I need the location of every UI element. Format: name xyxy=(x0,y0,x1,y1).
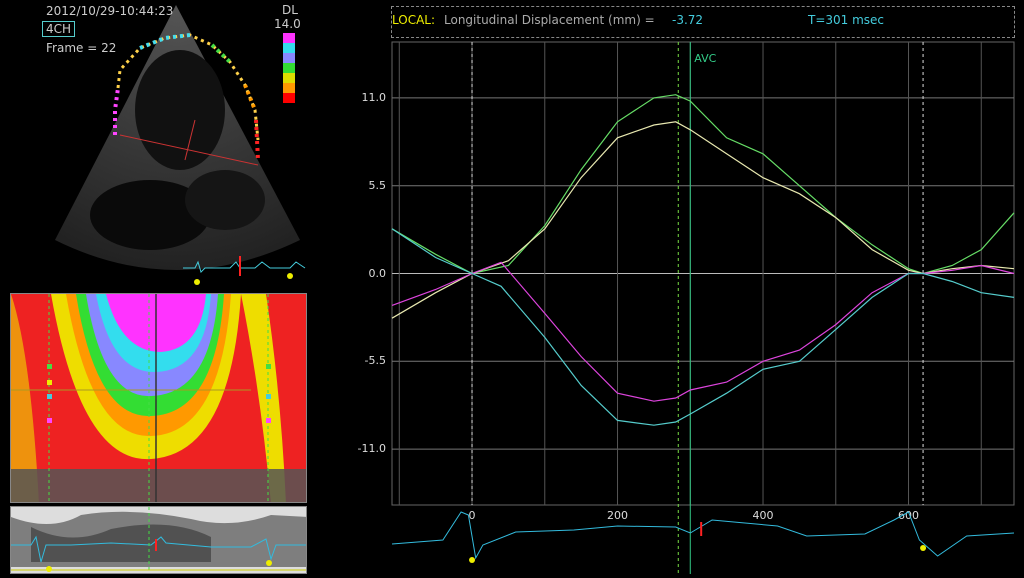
displacement-chart[interactable]: AVC 0 200 400 600 xyxy=(390,0,1024,574)
color-scale-swatch xyxy=(283,33,295,43)
mmode-gray-image xyxy=(11,507,306,573)
ecg-r-wave-marker xyxy=(469,557,476,563)
series-line-1 xyxy=(391,121,1015,319)
color-scale-swatch xyxy=(283,73,295,83)
color-scale-bar xyxy=(283,33,295,103)
y-tick-label: -5.5 xyxy=(364,354,386,368)
series-line-0 xyxy=(391,94,1015,275)
color-scale-swatch xyxy=(283,53,295,63)
y-tick-label: -11.0 xyxy=(357,442,386,456)
color-scale-swatch xyxy=(283,63,295,73)
color-scale-swatch xyxy=(283,93,295,103)
displacement-chart-svg: AVC0 200 400 600 xyxy=(391,41,1015,574)
color-scale-swatch xyxy=(283,43,295,53)
color-scale-value: 14.0 xyxy=(274,17,301,31)
color-scale-title: DL xyxy=(282,3,298,17)
x-tick-label: 400 xyxy=(753,509,774,522)
color-scale-swatch xyxy=(283,83,295,93)
ecg-r-wave-marker xyxy=(920,545,927,551)
mmode-ecg-strip[interactable] xyxy=(10,506,307,574)
echo-view-label: 4CH xyxy=(42,21,76,37)
echo-frame-label: Frame = 22 xyxy=(46,41,117,55)
ecg-trace xyxy=(391,511,1015,560)
series-line-2 xyxy=(391,261,1015,402)
parametric-mmode-panel[interactable] xyxy=(10,293,307,503)
series-line-3 xyxy=(391,228,1015,426)
y-tick-label: 0.0 xyxy=(368,266,387,280)
x-tick-label: 200 xyxy=(607,509,628,522)
echo-timestamp: 2012/10/29-10:44:23 xyxy=(46,4,174,18)
y-tick-label: 5.5 xyxy=(368,178,387,192)
y-tick-label: 11.0 xyxy=(361,90,387,104)
echo-image-panel[interactable]: 2012/10/29-10:44:23 4CH Frame = 22 DL 14… xyxy=(0,0,310,290)
avc-label: AVC xyxy=(694,52,716,65)
parametric-mmode-image xyxy=(11,294,306,502)
